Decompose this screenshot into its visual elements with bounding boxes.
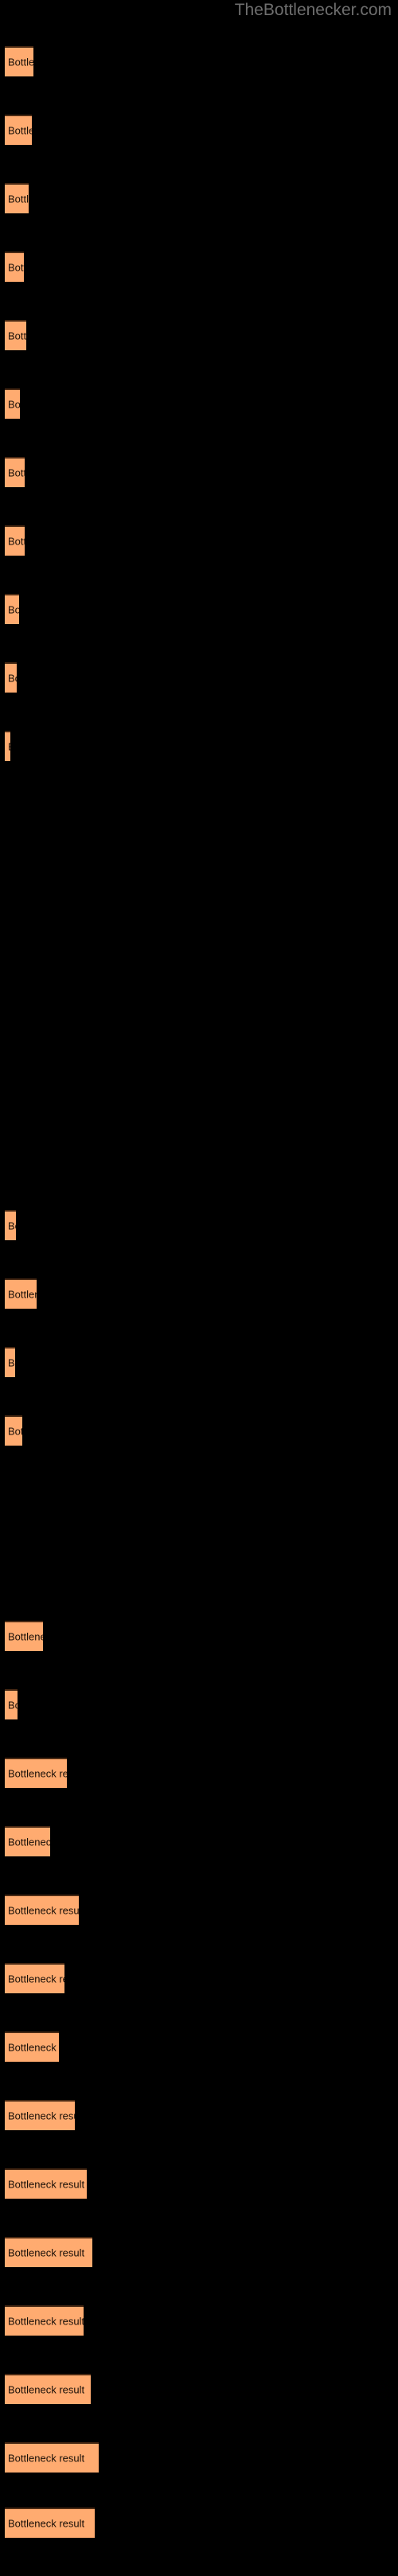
bar-row: Bottleneck result bbox=[0, 525, 398, 594]
bar-label: Bottleneck result bbox=[8, 1767, 67, 1780]
bar-row: Bottleneck result bbox=[0, 2032, 398, 2100]
bar-row: Bottleneck result bbox=[0, 1347, 398, 1415]
bar-25[interactable]: Bottleneck result bbox=[5, 1689, 18, 1719]
bar-row: Bottleneck result bbox=[0, 457, 398, 525]
bar-row: Bottleneck result bbox=[0, 1210, 398, 1278]
bar-row: Bottleneck result bbox=[0, 2442, 398, 2511]
bar-35[interactable]: Bottleneck result bbox=[5, 2374, 91, 2404]
bar-19[interactable]: Bottleneck result bbox=[5, 1278, 37, 1309]
bar-5[interactable]: Bottleneck result bbox=[5, 320, 26, 350]
bar-row bbox=[0, 868, 398, 936]
bar-label: Bottleneck result bbox=[8, 261, 24, 274]
bar-label: Bottleneck result bbox=[8, 2452, 85, 2465]
bar-row bbox=[0, 1142, 398, 1210]
bar-row: Bottleneck result bbox=[0, 1826, 398, 1895]
bar-8[interactable]: Bottleneck result bbox=[5, 525, 25, 556]
bar-row: Bottleneck result bbox=[0, 46, 398, 115]
bar-label: Bottleneck result bbox=[8, 2041, 59, 2054]
bar-26[interactable]: Bottleneck result bbox=[5, 1758, 67, 1788]
bar-row: Bottleneck result bbox=[0, 2374, 398, 2442]
bar-9[interactable]: Bottleneck result bbox=[5, 594, 19, 624]
bar-34[interactable]: Bottleneck result bbox=[5, 2305, 84, 2336]
bar-row: Bottleneck result bbox=[0, 320, 398, 388]
bar-row: Bottleneck result bbox=[0, 1689, 398, 1758]
bar-4[interactable]: Bottleneck result bbox=[5, 252, 24, 282]
bar-row: Bottleneck result bbox=[0, 252, 398, 320]
bar-row bbox=[0, 936, 398, 1005]
bar-7[interactable]: Bottleneck result bbox=[5, 457, 25, 487]
bar-label: Bottleneck result bbox=[8, 2383, 85, 2396]
bar-label: Bottleneck result bbox=[8, 330, 26, 342]
bar-row: Bottleneck result bbox=[0, 1963, 398, 2032]
bar-label: Bottleneck result bbox=[8, 193, 29, 205]
bar-row: Bottleneck result bbox=[0, 2100, 398, 2168]
bar-label: Bottleneck result bbox=[8, 1220, 16, 1232]
bar-row: Bottleneck result bbox=[0, 115, 398, 183]
bar-24[interactable]: Bottleneck result bbox=[5, 1621, 43, 1651]
bar-row: Bottleneck result bbox=[0, 1278, 398, 1347]
bar-label: Bottleneck result bbox=[8, 398, 20, 411]
bar-27[interactable]: Bottleneck result bbox=[5, 1826, 50, 1856]
bar-row: Bottleneck result bbox=[0, 662, 398, 731]
bar-29[interactable]: Bottleneck result bbox=[5, 1963, 64, 1993]
bar-11[interactable]: Bottleneck result bbox=[5, 731, 10, 761]
bar-20[interactable]: Bottleneck result bbox=[5, 1347, 15, 1377]
bar-label: Bottleneck result bbox=[8, 742, 10, 752]
plot-area: Bottleneck result Bottleneck result Bottle… bbox=[0, 0, 398, 2547]
bar-label: Bottleneck result bbox=[8, 1699, 18, 1711]
bar-label: Bottleneck result bbox=[8, 672, 17, 685]
bar-row: Bottleneck result bbox=[0, 1415, 398, 1484]
bar-label: Bottleneck result bbox=[8, 1973, 64, 1985]
bar-label: Bottleneck result bbox=[8, 535, 25, 548]
bar-label: Bottleneck result bbox=[8, 2246, 85, 2259]
bar-label: Bottleneck result bbox=[8, 2315, 84, 2328]
bar-label: Bottleneck result bbox=[8, 1904, 79, 1917]
bar-label: Bottleneck result bbox=[8, 124, 32, 137]
bar-row bbox=[0, 1073, 398, 1142]
bar-33[interactable]: Bottleneck result bbox=[5, 2237, 92, 2267]
bar-row: Bottleneck result bbox=[0, 2168, 398, 2237]
bar-row: Bottleneck result bbox=[0, 2305, 398, 2374]
bar-row: Bottleneck result bbox=[0, 388, 398, 457]
bar-31[interactable]: Bottleneck result bbox=[5, 2100, 75, 2130]
bar-label: Bottleneck result bbox=[8, 1356, 15, 1369]
bar-row: Bottleneck result bbox=[0, 1621, 398, 1689]
bar-1[interactable]: Bottleneck result bbox=[5, 46, 33, 76]
bar-21[interactable]: Bottleneck result bbox=[5, 1415, 22, 1446]
bar-row: Bottleneck result bbox=[0, 1895, 398, 1963]
bar-label: Bottleneck result bbox=[8, 2517, 85, 2530]
bar-6[interactable]: Bottleneck result bbox=[5, 388, 20, 419]
bar-label: Bottleneck result bbox=[8, 1836, 50, 1848]
bar-label: Bottleneck result bbox=[8, 2110, 75, 2122]
bar-18[interactable]: Bottleneck result bbox=[5, 1210, 16, 1240]
bar-label: Bottleneck result bbox=[8, 1425, 22, 1438]
bar-row: Bottleneck result bbox=[0, 594, 398, 662]
bar-row: Bottleneck result bbox=[0, 1758, 398, 1826]
bar-row: Bottleneck result bbox=[0, 2237, 398, 2305]
bar-label: Bottleneck result bbox=[8, 56, 33, 68]
bar-label: Bottleneck result bbox=[8, 1630, 43, 1643]
bar-10[interactable]: Bottleneck result bbox=[5, 662, 17, 693]
bar-label: Bottleneck result bbox=[8, 1288, 37, 1301]
bar-row bbox=[0, 1484, 398, 1552]
bar-label: Bottleneck result bbox=[8, 466, 25, 479]
bar-row bbox=[0, 799, 398, 868]
bar-28[interactable]: Bottleneck result bbox=[5, 1895, 79, 1925]
bar-36[interactable]: Bottleneck result bbox=[5, 2442, 99, 2473]
bar-3[interactable]: Bottleneck result bbox=[5, 183, 29, 213]
bar-2[interactable]: Bottleneck result bbox=[5, 115, 32, 145]
bar-label: Bottleneck result bbox=[8, 603, 19, 616]
bar-row: Bottleneck result bbox=[0, 2508, 398, 2576]
bar-row bbox=[0, 1552, 398, 1621]
bar-row: Bottleneck result bbox=[0, 183, 398, 252]
bar-row bbox=[0, 1005, 398, 1073]
bar-30[interactable]: Bottleneck result bbox=[5, 2032, 59, 2062]
bar-chart-root: TheBottlenecker.com Bottleneck resultBot… bbox=[0, 0, 398, 2547]
bar-37[interactable]: Bottleneck result bbox=[5, 2508, 95, 2538]
bar-row: Bottleneck result bbox=[0, 731, 398, 799]
bar-32[interactable]: Bottleneck result bbox=[5, 2168, 87, 2199]
bar-label: Bottleneck result bbox=[8, 2178, 85, 2191]
